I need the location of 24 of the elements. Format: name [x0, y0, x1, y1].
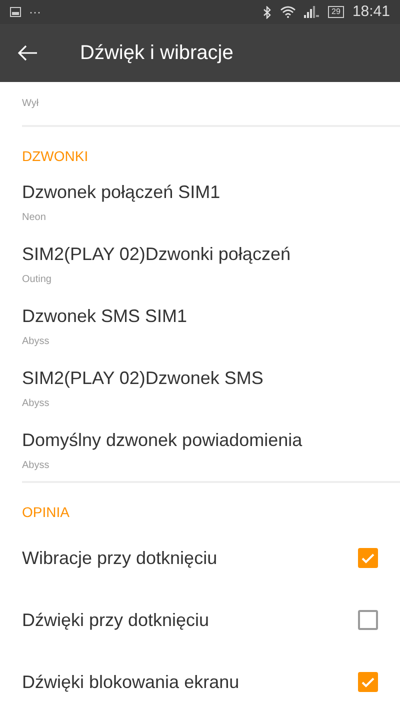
- signal-icon: [304, 6, 320, 18]
- wifi-icon: [280, 6, 296, 18]
- check-icon: [361, 676, 375, 688]
- checkbox[interactable]: [358, 548, 378, 568]
- setting-label: Wibracje przy dotknięciu: [22, 547, 218, 569]
- battery-level: 29: [328, 6, 344, 18]
- section-header: OPINIA: [21, 503, 70, 522]
- screen-title: Dźwięk i wibracje: [80, 41, 234, 66]
- settings-item[interactable]: Dzwonek SMS SIM1 Abyss: [0, 295, 400, 357]
- checkbox[interactable]: [358, 610, 378, 630]
- more-notifications-text: ···: [29, 4, 41, 21]
- section-header: DZWONKI: [21, 147, 90, 166]
- clock: 18:41: [352, 2, 390, 22]
- settings-item[interactable]: SIM2(PLAY 02)Dzwonki połączeń Outing: [0, 233, 400, 295]
- checkbox[interactable]: [358, 672, 378, 692]
- setting-label: Dźwięki przy dotknięciu: [22, 609, 210, 631]
- setting-label: Dźwięki blokowania ekranu: [22, 671, 240, 693]
- image-icon: [10, 7, 21, 17]
- check-icon: [361, 552, 375, 564]
- settings-item[interactable]: Dzwonek połączeń SIM1 Neon: [0, 171, 400, 233]
- bluetooth-icon: [262, 6, 272, 18]
- settings-item[interactable]: SIM2(PLAY 02)Dzwonek SMS Abyss: [0, 357, 400, 419]
- back-arrow-icon[interactable]: [18, 45, 38, 61]
- settings-item[interactable]: Domyślny dzwonek powiadomienia Abyss: [0, 419, 400, 481]
